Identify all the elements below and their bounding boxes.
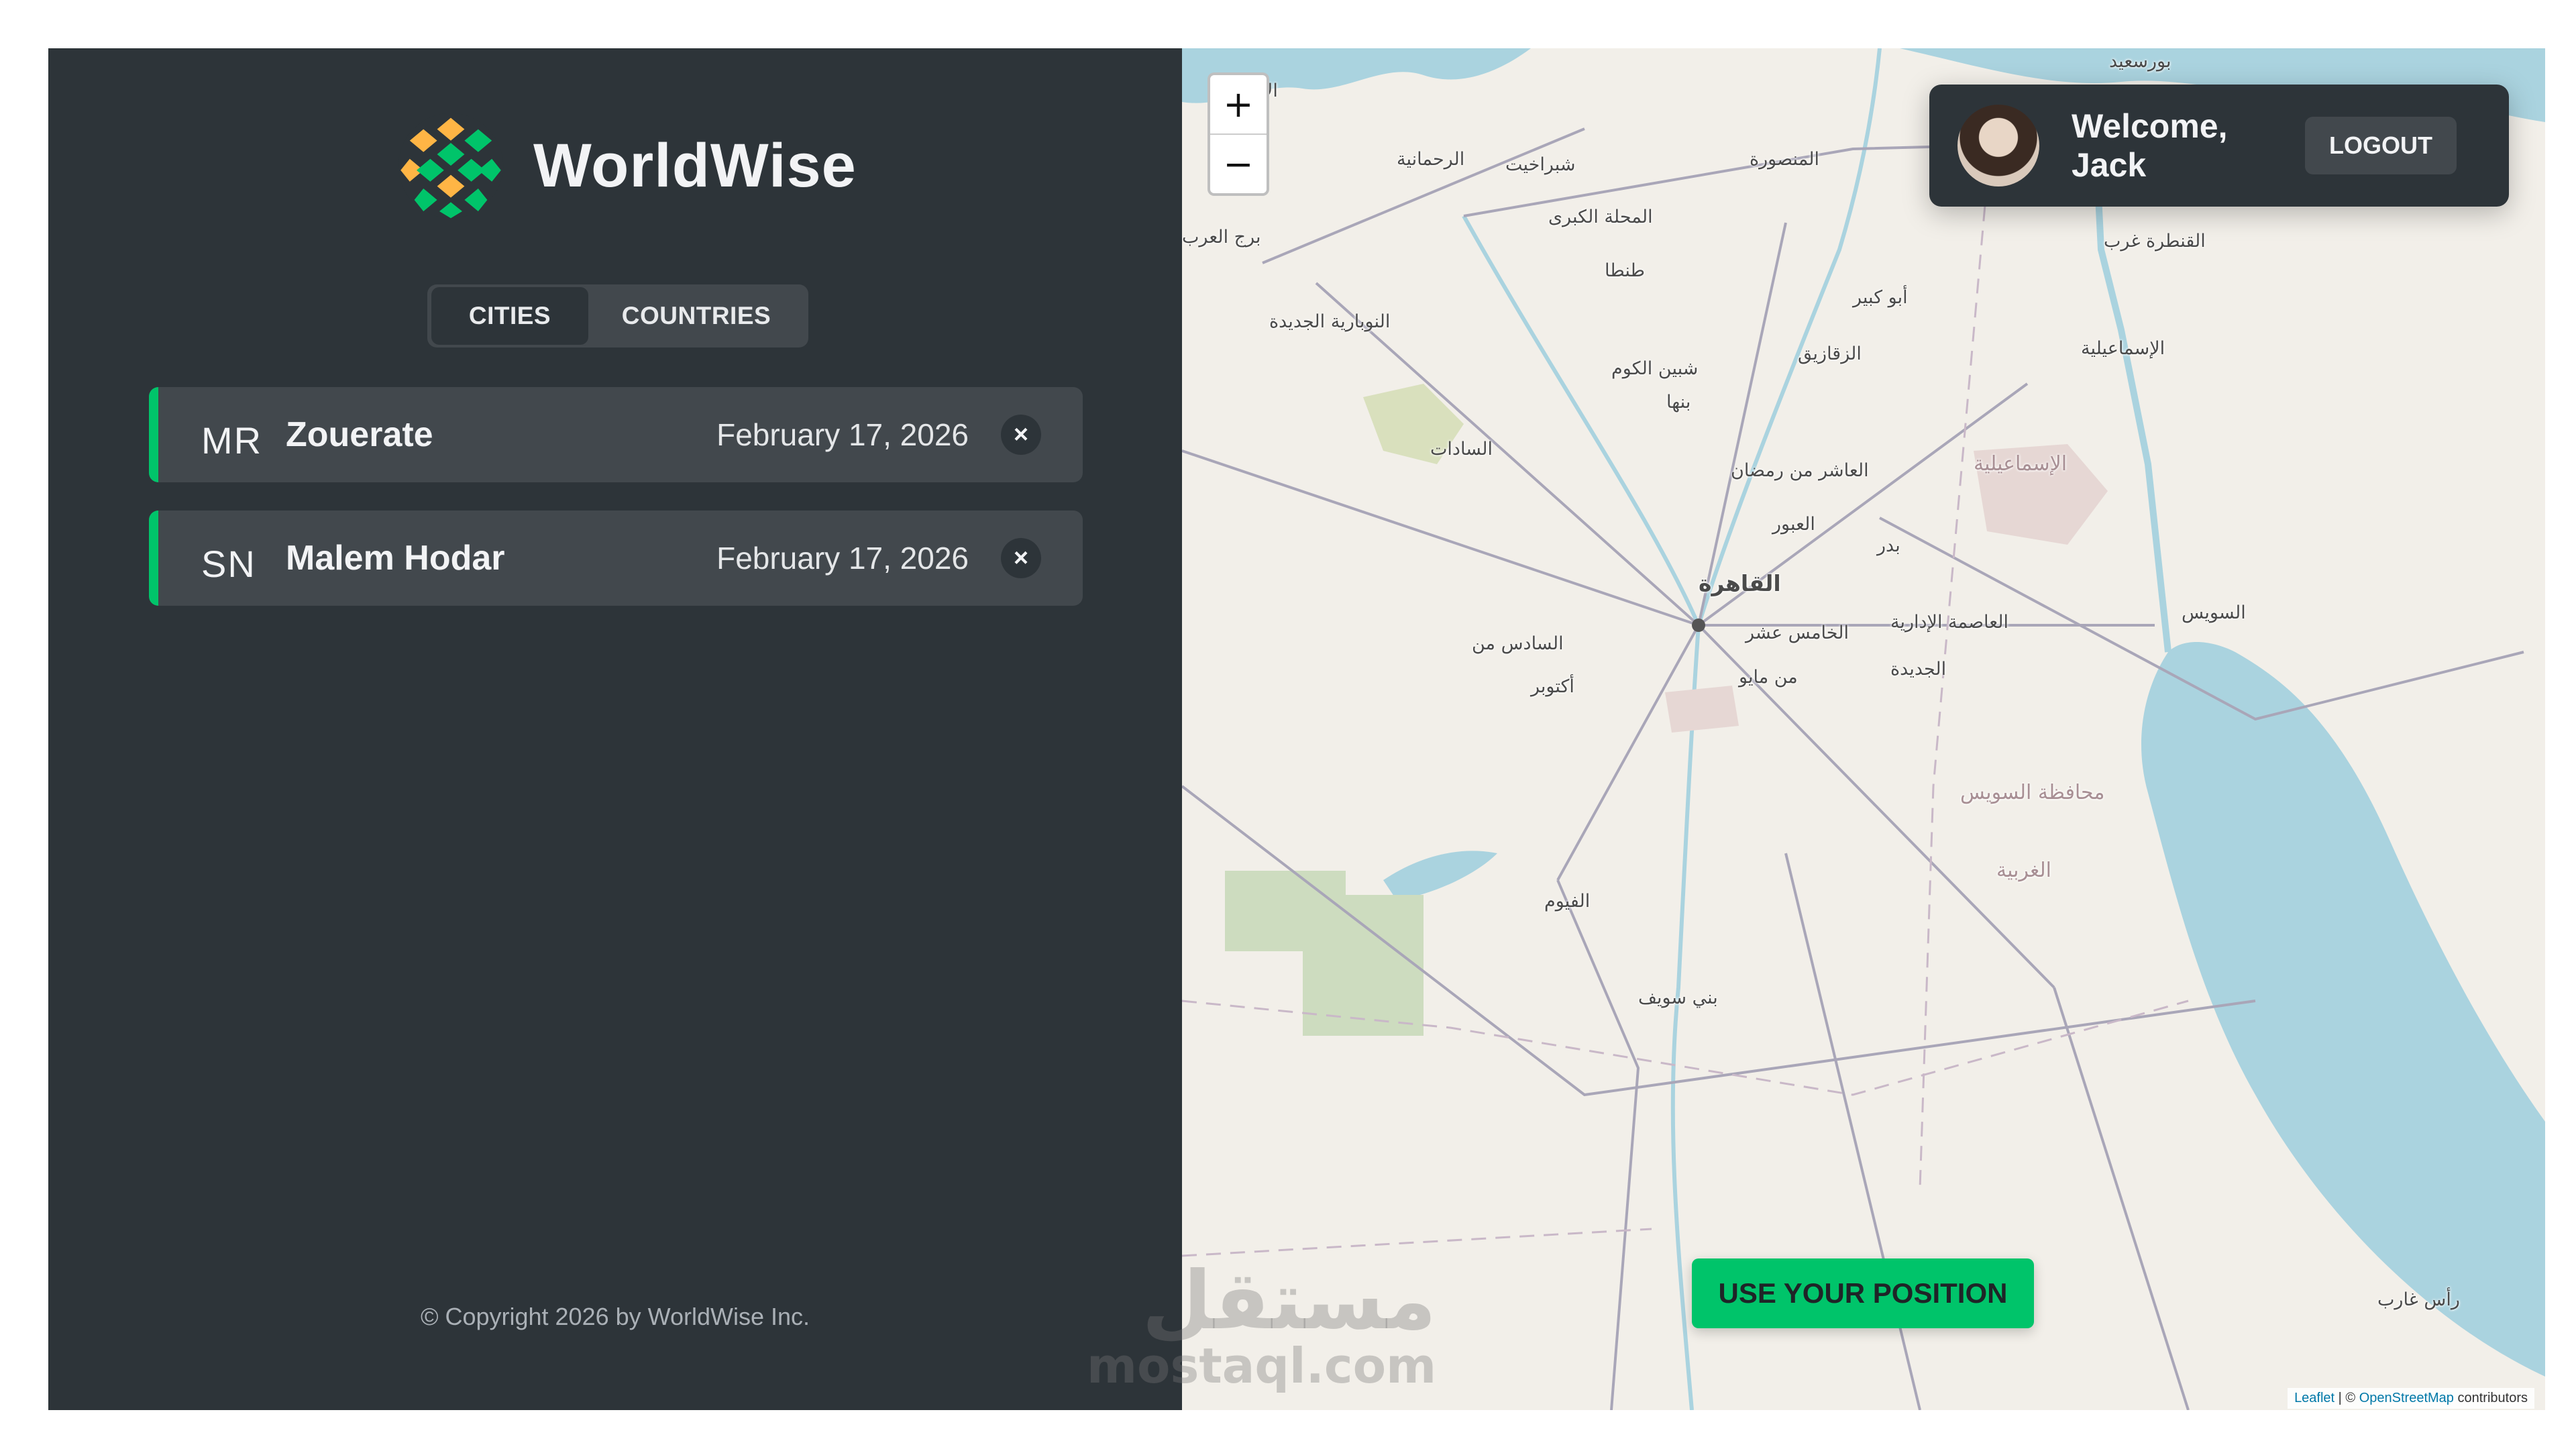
map[interactable]: بورسعيد الإ الرحمانية شبراخيت المنصورة ا…	[1182, 48, 2545, 1410]
map-label: أبو كبير	[1853, 287, 1908, 308]
map-label: أكتوبر	[1531, 676, 1574, 697]
map-label: العاشر من رمضان	[1731, 460, 1869, 481]
map-label: النوبارية الجديدة	[1269, 311, 1391, 332]
city-date: February 17, 2026	[716, 541, 969, 576]
map-label: من مايو	[1739, 667, 1798, 688]
welcome-text: Welcome, Jack	[2072, 107, 2228, 184]
logo[interactable]: WorldWise	[394, 109, 857, 223]
city-item[interactable]: SN Malem Hodar February 17, 2026 ×	[149, 511, 1083, 606]
app-frame: WorldWise CITIES COUNTRIES MR Zouerate F…	[48, 48, 2545, 1410]
tab-switcher: CITIES COUNTRIES	[427, 284, 808, 347]
city-date: February 17, 2026	[716, 417, 969, 452]
attribution-tail: contributors	[2453, 1391, 2528, 1405]
map-label: الخامس عشر	[1746, 623, 1849, 643]
map-label: شبراخيت	[1505, 154, 1576, 175]
avatar	[1957, 105, 2039, 186]
map-label: بورسعيد	[2109, 51, 2171, 72]
tab-cities[interactable]: CITIES	[431, 287, 588, 345]
city-list: MR Zouerate February 17, 2026 × SN Malem…	[149, 387, 1083, 634]
city-item[interactable]: MR Zouerate February 17, 2026 ×	[149, 387, 1083, 482]
map-label: الغربية	[1996, 859, 2051, 882]
map-label: بني سويف	[1638, 987, 1718, 1008]
map-attribution: Leaflet | © OpenStreetMap contributors	[2288, 1388, 2534, 1409]
map-label: بدر	[1877, 535, 1900, 556]
leaflet-link[interactable]: Leaflet	[2294, 1391, 2334, 1405]
watermark-latin: mostaql.com	[1087, 1338, 1437, 1394]
map-label: الجديدة	[1890, 659, 1947, 680]
country-code: MR	[201, 419, 263, 462]
map-label: السادات	[1430, 439, 1493, 460]
map-label: القاهرة	[1699, 570, 1781, 596]
zoom-control: + −	[1208, 72, 1269, 196]
copyright-footer: © Copyright 2026 by WorldWise Inc.	[420, 1303, 810, 1330]
map-label: طنطا	[1605, 260, 1646, 281]
country-code: SN	[201, 542, 256, 585]
zoom-in-button[interactable]: +	[1210, 75, 1267, 135]
globe-logo-icon	[398, 113, 504, 219]
map-tiles	[1182, 48, 2545, 1410]
map-label: برج العرب	[1182, 227, 1261, 248]
map-label: المنصورة	[1750, 149, 1820, 170]
app-name: WorldWise	[533, 131, 857, 200]
city-name: Zouerate	[286, 415, 433, 454]
map-label: شبين الكوم	[1611, 358, 1699, 379]
watermark-arabic: مستقل	[1142, 1254, 1437, 1348]
map-label: القنطرة غرب	[2104, 231, 2206, 252]
logout-button[interactable]: LOGOUT	[2305, 117, 2457, 174]
map-label: العاصمة الإدارية	[1890, 612, 2009, 633]
map-label: بنها	[1666, 392, 1691, 413]
map-label: العبور	[1772, 514, 1815, 535]
map-label: الزقازيق	[1798, 343, 1862, 364]
map-label: الفيوم	[1544, 891, 1591, 912]
tab-countries[interactable]: COUNTRIES	[588, 287, 804, 345]
osm-link[interactable]: OpenStreetMap	[2359, 1391, 2454, 1405]
attribution-separator: | ©	[2334, 1391, 2359, 1405]
sidebar: WorldWise CITIES COUNTRIES MR Zouerate F…	[48, 48, 1182, 1410]
map-label: السويس	[2182, 602, 2246, 623]
use-position-button[interactable]: USE YOUR POSITION	[1692, 1258, 2034, 1328]
watermark: مستقل mostaql.com	[1087, 1254, 1437, 1391]
map-label: محافظة السويس	[1960, 781, 2105, 804]
user-panel: Welcome, Jack LOGOUT	[1929, 85, 2509, 207]
map-label: رأس غارب	[2377, 1289, 2460, 1310]
delete-city-button[interactable]: ×	[1001, 538, 1041, 578]
map-label: السادس من	[1472, 633, 1564, 654]
map-label: الرحمانية	[1397, 149, 1465, 170]
map-label: الإسماعيلية	[1974, 452, 2068, 476]
city-name: Malem Hodar	[286, 539, 505, 578]
map-label: المحلة الكبرى	[1548, 207, 1653, 227]
map-label: الإسماعيلية	[2081, 338, 2165, 359]
delete-city-button[interactable]: ×	[1001, 415, 1041, 455]
zoom-out-button[interactable]: −	[1210, 135, 1267, 193]
